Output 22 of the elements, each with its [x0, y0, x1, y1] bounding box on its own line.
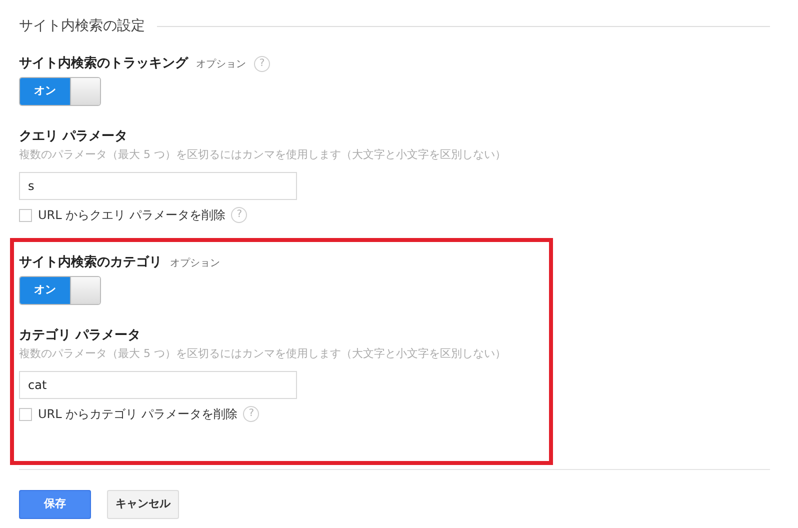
param-title: カテゴリ パラメータ [19, 327, 142, 345]
save-button[interactable]: 保存 [19, 490, 91, 519]
param-title: クエリ パラメータ [19, 128, 129, 146]
cancel-button[interactable]: キャンセル [107, 490, 179, 519]
help-icon[interactable]: ? [231, 207, 248, 223]
checkbox-label: URL からカテゴリ パラメータを削除 [38, 406, 238, 423]
toggle-switch[interactable]: オン [19, 77, 101, 106]
checkbox[interactable] [19, 408, 32, 420]
hint-text: 複数のパラメータ（最大 5 つ）を区切るにはカンマを使用します（大文字と小文字を区別しない） [19, 147, 506, 163]
section-title: サイト内検索のカテゴリ [19, 254, 162, 272]
input-field[interactable]: s [19, 172, 297, 200]
help-icon[interactable]: ? [254, 56, 270, 72]
option-label: オプション [196, 58, 246, 72]
checkbox[interactable] [19, 208, 32, 222]
checkbox-label: URL からクエリ パラメータを削除 [38, 207, 226, 224]
input-field[interactable]: cat [19, 371, 297, 399]
help-icon[interactable]: ? [243, 406, 260, 422]
settings-heading: サイト内検索の設定 [19, 17, 145, 36]
section-title: サイト内検索のトラッキング [19, 54, 188, 74]
option-label: オプション [170, 256, 220, 270]
toggle-switch[interactable]: オン [19, 276, 101, 305]
hint-text: 複数のパラメータ（最大 5 つ）を区切るにはカンマを使用します（大文字と小文字を区別しない） [19, 346, 506, 362]
